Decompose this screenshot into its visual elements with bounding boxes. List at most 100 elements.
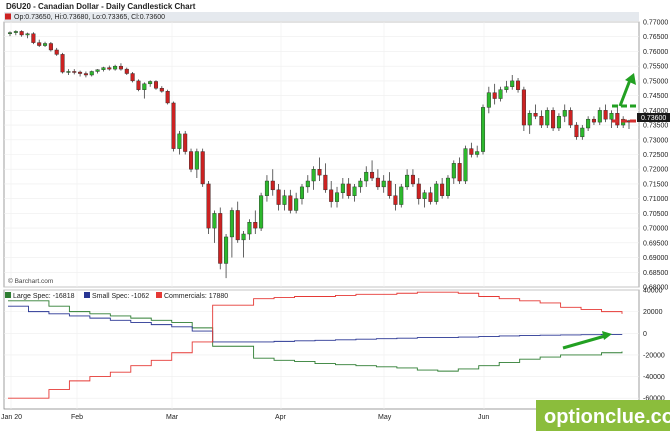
candle-body [264, 180, 269, 196]
candle-body [78, 71, 83, 74]
last-price-label: 0.73600 [641, 115, 666, 122]
candle-body [609, 113, 614, 120]
candle-body [387, 180, 392, 196]
candle-body [399, 186, 404, 205]
candle-body [229, 210, 234, 238]
price-tick-label: 0.76500 [643, 34, 668, 41]
candle-body [475, 151, 480, 155]
candle-body [358, 180, 363, 188]
candle-body [148, 81, 153, 85]
candle-body [375, 177, 380, 188]
legend-large: Large Spec: -16818 [13, 293, 75, 300]
candle-body [294, 198, 299, 211]
candle-body [89, 71, 94, 76]
chart-title: D6U20 - Canadian Dollar - Daily Candlest… [6, 2, 196, 11]
candle-body [463, 148, 468, 182]
cot-legend: Large Spec: -16818 Small Spec: -1062 Com… [5, 292, 228, 300]
candle-body [551, 110, 556, 129]
candle-body [171, 102, 176, 149]
candle-body [346, 183, 351, 196]
price-tick-label: 0.73000 [643, 137, 668, 144]
candle-body [31, 33, 36, 43]
candle-body [492, 92, 497, 99]
cot-tick-label: -40000 [643, 374, 665, 381]
candle-body [410, 174, 415, 185]
candle-body [480, 107, 486, 152]
candle-body [118, 65, 123, 70]
candle-body [498, 89, 503, 99]
candle-body [422, 192, 427, 199]
candle-body [381, 180, 386, 188]
x-tick-label: Jun [478, 414, 489, 421]
candle-body [329, 189, 334, 202]
candle-body [603, 110, 608, 120]
candle-body [165, 90, 170, 104]
candle-body [142, 83, 147, 90]
candle-body [60, 54, 65, 73]
candle-body [288, 195, 293, 211]
legend-swatch-commercials [156, 292, 162, 298]
candle-body [323, 174, 328, 191]
candle-body [469, 148, 474, 155]
candle-body [43, 43, 48, 46]
candle-body [259, 195, 264, 229]
price-tick-label: 0.77000 [643, 20, 668, 27]
legend-small: Small Spec: -1062 [92, 293, 149, 300]
candle-body [457, 163, 462, 182]
candle-body [212, 213, 217, 229]
candle-body [545, 110, 550, 126]
candle-body [445, 177, 450, 196]
x-tick-label: Feb [71, 414, 83, 421]
candle-body [299, 186, 304, 199]
candle-body [597, 110, 602, 123]
candle-body [19, 31, 24, 36]
cot-tick-label: 40000 [643, 288, 663, 295]
legend-swatch-large [5, 292, 11, 298]
ohlc-swatch [5, 13, 11, 20]
legend-swatch-small [84, 292, 90, 298]
price-tick-label: 0.75500 [643, 64, 668, 71]
price-tick-label: 0.70500 [643, 211, 668, 218]
candle-body [66, 71, 71, 73]
candle-body [48, 43, 53, 51]
candle-body [317, 169, 322, 176]
candle-body [113, 65, 118, 70]
x-tick-label: Mar [166, 414, 179, 421]
candle-body [504, 86, 509, 90]
x-tick-label: Apr [275, 414, 287, 421]
candle-body [200, 151, 205, 185]
candle-body [282, 195, 287, 205]
candle-body [521, 89, 526, 126]
chart-svg: D6U20 - Canadian Dollar - Daily Candlest… [0, 0, 670, 431]
candle-body [101, 67, 106, 70]
candle-body [206, 183, 211, 229]
candle-body [562, 110, 567, 117]
candle-body [305, 180, 310, 188]
legend-commercials: Commercials: 17880 [164, 293, 228, 300]
candle-body [405, 174, 410, 188]
candle-body [107, 67, 112, 70]
candle-body [580, 127, 585, 138]
candle-body [247, 222, 252, 235]
candle-body [568, 110, 573, 126]
watermark-text: optionclue.com [544, 406, 670, 428]
candle-body [539, 116, 544, 126]
candle-body [276, 189, 281, 205]
chart-container: D6U20 - Canadian Dollar - Daily Candlest… [0, 0, 670, 431]
candle-body [586, 118, 591, 129]
candle-body [159, 88, 164, 92]
price-tick-label: 0.71500 [643, 181, 668, 188]
candle-body [370, 171, 375, 179]
candle-body [591, 118, 596, 123]
price-tick-label: 0.70000 [643, 226, 668, 233]
price-tick-label: 0.76000 [643, 49, 668, 56]
candle-body [7, 32, 13, 34]
candle-body [54, 49, 59, 55]
price-tick-label: 0.71000 [643, 196, 668, 203]
candle-body [13, 31, 18, 33]
candle-body [235, 210, 240, 241]
barchart-credit: © Barchart.com [8, 277, 53, 285]
candle-body [340, 183, 345, 193]
candle-body [527, 113, 532, 126]
candle-body [364, 171, 369, 182]
